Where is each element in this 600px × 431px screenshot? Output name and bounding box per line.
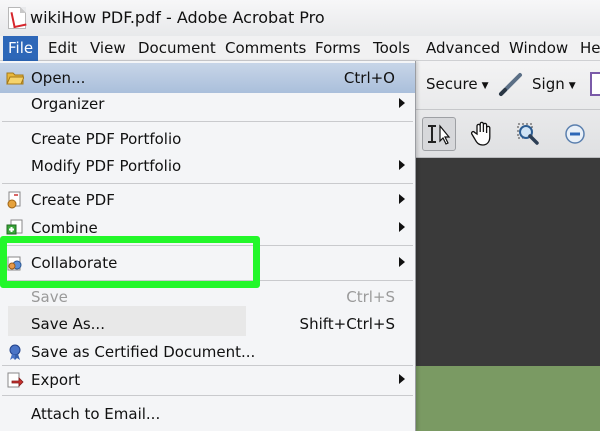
menu-item-save-certified[interactable]: Save as Certified Document... bbox=[0, 337, 415, 367]
pdf-file-icon bbox=[8, 7, 26, 29]
submenu-arrow-icon bbox=[399, 222, 405, 232]
menu-separator bbox=[2, 121, 413, 122]
menu-view[interactable]: View bbox=[85, 36, 131, 61]
sign-button[interactable]: Sign ▼ bbox=[532, 75, 576, 93]
chevron-down-icon: ▼ bbox=[481, 81, 489, 91]
title-bar: wikiHow PDF.pdf - Adobe Acrobat Pro bbox=[0, 0, 600, 36]
hand-tool-icon[interactable] bbox=[466, 117, 498, 151]
open-shortcut: Ctrl+O bbox=[343, 69, 395, 87]
export-icon bbox=[6, 371, 24, 389]
menu-tools[interactable]: Tools bbox=[368, 36, 415, 61]
submenu-arrow-icon bbox=[399, 160, 405, 170]
sign-label: Sign bbox=[532, 75, 565, 93]
submenu-arrow-icon bbox=[399, 98, 405, 108]
panel-icon bbox=[590, 72, 600, 96]
menu-item-export[interactable]: Export bbox=[0, 365, 415, 395]
export-label: Export bbox=[31, 371, 81, 389]
submenu-arrow-icon bbox=[399, 374, 405, 384]
combine-icon bbox=[6, 219, 24, 237]
create-portfolio-label: Create PDF Portfolio bbox=[31, 130, 182, 148]
save-as-shortcut: Shift+Ctrl+S bbox=[299, 315, 395, 333]
folder-icon bbox=[6, 69, 25, 87]
menu-forms[interactable]: Forms bbox=[310, 36, 366, 61]
menu-window[interactable]: Window bbox=[504, 36, 573, 61]
menu-item-attach-email[interactable]: Attach to Email... bbox=[0, 399, 415, 429]
attach-email-label: Attach to Email... bbox=[31, 405, 161, 423]
secure-button[interactable]: Secure ▼ bbox=[426, 75, 489, 93]
menu-item-save-as[interactable]: Save As... Shift+Ctrl+S bbox=[0, 309, 415, 339]
modify-portfolio-label: Modify PDF Portfolio bbox=[31, 157, 182, 175]
menu-edit[interactable]: Edit bbox=[43, 36, 82, 61]
menu-item-create-pdf-portfolio[interactable]: Create PDF Portfolio bbox=[0, 124, 415, 154]
menu-advanced[interactable]: Advanced bbox=[421, 36, 505, 61]
chevron-down-icon: ▼ bbox=[568, 81, 576, 91]
menu-separator bbox=[2, 395, 413, 396]
open-label: Open... bbox=[31, 69, 86, 87]
menu-item-organizer[interactable]: Organizer bbox=[0, 89, 415, 119]
certificate-ribbon-icon bbox=[6, 343, 24, 361]
menu-comments[interactable]: Comments bbox=[220, 36, 311, 61]
organizer-label: Organizer bbox=[31, 95, 105, 113]
document-page bbox=[416, 366, 600, 431]
toolbar-divider bbox=[416, 109, 600, 110]
save-as-label: Save As... bbox=[31, 315, 105, 333]
toolbar: Secure ▼ Sign ▼ bbox=[416, 61, 600, 158]
menu-file[interactable]: File bbox=[3, 36, 39, 61]
secure-label: Secure bbox=[426, 75, 478, 93]
document-viewer bbox=[416, 158, 600, 366]
menu-help[interactable]: He bbox=[575, 36, 600, 61]
menu-item-create-pdf[interactable]: Create PDF bbox=[0, 185, 415, 215]
marquee-zoom-icon[interactable] bbox=[512, 117, 544, 151]
select-tool-button[interactable] bbox=[422, 117, 456, 151]
save-certified-label: Save as Certified Document... bbox=[31, 343, 256, 361]
pen-icon bbox=[496, 69, 526, 99]
submenu-arrow-icon bbox=[399, 257, 405, 267]
select-text-icon bbox=[428, 124, 451, 145]
zoom-out-icon[interactable] bbox=[560, 121, 590, 147]
window-title: wikiHow PDF.pdf - Adobe Acrobat Pro bbox=[30, 8, 325, 27]
save-shortcut: Ctrl+S bbox=[346, 288, 395, 306]
highlight-frame bbox=[0, 236, 260, 288]
save-label: Save bbox=[31, 288, 68, 306]
menu-bar: File Edit View Document Comments Forms T… bbox=[0, 36, 600, 61]
menu-item-modify-pdf-portfolio[interactable]: Modify PDF Portfolio bbox=[0, 151, 415, 181]
create-pdf-icon bbox=[6, 191, 24, 209]
menu-document[interactable]: Document bbox=[133, 36, 221, 61]
create-pdf-label: Create PDF bbox=[31, 191, 115, 209]
combine-label: Combine bbox=[31, 219, 98, 237]
submenu-arrow-icon bbox=[399, 194, 405, 204]
menu-separator bbox=[2, 183, 413, 184]
